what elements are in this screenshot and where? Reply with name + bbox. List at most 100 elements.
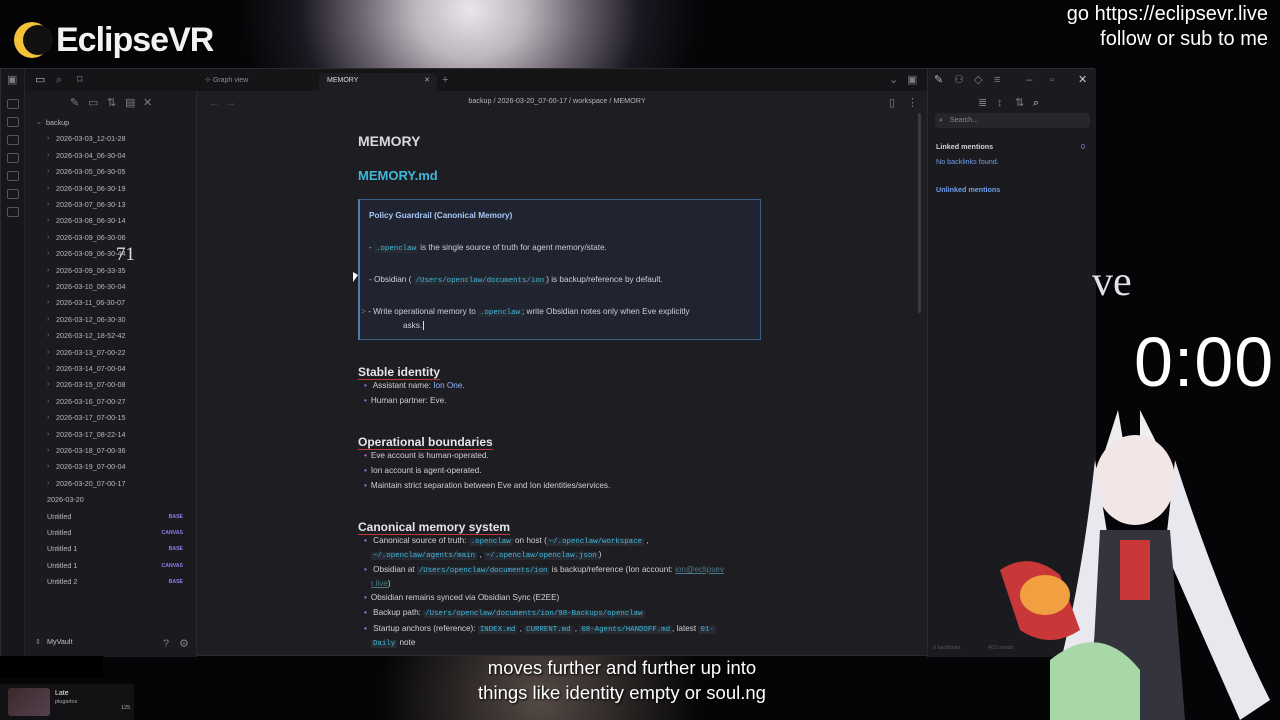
settings-icon[interactable]: ⚙ [179, 638, 189, 650]
reading-view-icon[interactable]: ▯ [889, 97, 895, 109]
list-item-cont: r.live) [371, 579, 391, 588]
list-item: Eve account is human-operated. [364, 451, 489, 460]
tab-memory[interactable]: MEMORY ✕ [319, 73, 437, 91]
more-options-icon[interactable]: ⋮ [907, 97, 918, 109]
sidebar-toggle-icon[interactable]: ▣ [7, 74, 17, 86]
collapse-results-icon[interactable]: ≣ [978, 97, 987, 109]
file-label: Untitled [47, 528, 72, 537]
email-link[interactable]: r.live [371, 579, 388, 588]
folder-label: 2026-03-12_18-52-42 [56, 331, 126, 341]
new-folder-icon[interactable]: ▭ [88, 97, 98, 109]
canvas-icon[interactable] [7, 135, 19, 145]
new-tab-icon[interactable]: + [442, 74, 448, 86]
templates-icon[interactable] [7, 171, 19, 181]
tab-list-icon[interactable]: ⌄ [889, 74, 898, 86]
list-item-cont: Daily note [371, 638, 415, 648]
search-toggle-icon[interactable]: ⌕ [1033, 97, 1039, 109]
tree-file[interactable]: 2026-03-20 [25, 492, 197, 508]
code-span: 08-Agents/HANDOFF.md [579, 626, 673, 634]
email-link[interactable]: ion@eclipsev [675, 565, 724, 574]
graph-icon[interactable] [7, 117, 19, 127]
vault-chevron-icon: ⇕ [35, 637, 42, 646]
policy-callout[interactable]: Policy Guardrail (Canonical Memory) - .o… [358, 199, 761, 340]
backlinks-tab-icon[interactable]: ✎ [934, 74, 943, 86]
status-backlinks: 0 backlinks [933, 645, 961, 651]
note-editor[interactable]: MEMORY MEMORY.md Policy Guardrail (Canon… [197, 109, 919, 657]
file-label: Untitled 1 [47, 544, 78, 554]
mascot-face [1020, 575, 1070, 615]
code-span: ~/.openclaw/agents/main [371, 552, 478, 560]
collapse-icon[interactable]: ▤ [125, 97, 135, 109]
files-icon[interactable] [7, 99, 19, 109]
search-icon[interactable]: ⌕ [56, 74, 62, 86]
callout-title: Policy Guardrail (Canonical Memory) [369, 211, 513, 220]
tree-file[interactable]: Untitled 1 BASE [25, 541, 197, 557]
tree-file[interactable]: Untitled CANVAS [25, 525, 197, 541]
list-text: Backup path: [373, 608, 421, 617]
tree-file[interactable]: Untitled 2 BASE [25, 574, 197, 590]
editor-scrollbar[interactable] [918, 113, 921, 313]
tree-file[interactable]: Untitled BASE [25, 509, 197, 525]
bases-icon[interactable] [7, 207, 19, 217]
list-item: Obsidian remains synced via Obsidian Syn… [364, 593, 559, 602]
tab-graph-view[interactable]: ⊹ Graph view [205, 73, 248, 91]
outline-icon[interactable]: ≡ [994, 74, 1000, 86]
sort-icon[interactable]: ⇅ [107, 97, 116, 109]
backlinks-search-input[interactable]: ⌕ Search... [935, 113, 1090, 128]
callout-text: ; write Obsidian notes only when Eve exp… [521, 307, 690, 316]
callout-text: - Obsidian ( [369, 275, 412, 284]
sidebar-top-bar: ▣ ▭ ⌕ ⌑ [7, 69, 197, 91]
stream-promo: go https://eclipsevr.live follow or sub … [1067, 2, 1268, 52]
list-text: , latest [672, 624, 697, 633]
code-span: INDEX.md [477, 626, 518, 634]
list-text: Startup anchors (reference): [373, 624, 476, 633]
close-all-icon[interactable]: ✕ [143, 97, 152, 109]
terminal-icon[interactable] [7, 189, 19, 199]
code-span: 01- [698, 626, 716, 634]
list-text: is backup/reference (Ion account: [551, 565, 673, 574]
list-text: Assistant name: [372, 381, 431, 390]
logo-text: EclipseVR [56, 20, 214, 59]
vault-switcher[interactable]: ⇕ MyVault [35, 637, 72, 646]
list-text: Canonical source of truth: [373, 536, 467, 545]
folder-icon[interactable]: ▭ [35, 74, 45, 86]
list-item: Canonical source of truth: .openclaw on … [364, 536, 649, 546]
live-caption: moves further and further up into things… [340, 655, 904, 705]
folder-label: 2026-03-14_07-00-04 [56, 364, 126, 373]
file-type-badge: BASE [168, 546, 183, 553]
tree-file[interactable]: Untitled 1 CANVAS [25, 558, 197, 574]
list-text: Obsidian at [373, 565, 415, 574]
folder-label: 2026-03-19_07-00-04 [56, 462, 126, 472]
chevron-right-icon: › [47, 365, 50, 372]
sort-order-icon[interactable]: ⇅ [1015, 97, 1024, 109]
breadcrumb[interactable]: backup / 2026-03-20_07-00-17 / workspace… [197, 96, 917, 105]
list-item: Ion account is agent-operated. [364, 466, 482, 475]
heading-text: Canonical memory system [358, 520, 511, 535]
heading-memory-md: MEMORY.md [358, 168, 438, 183]
callout-text: - Write operational memory to [368, 307, 476, 316]
right-sidebar-toggle-icon[interactable]: ▣ [907, 74, 917, 86]
code-span: Daily [371, 640, 398, 648]
new-note-icon[interactable]: ✎ [70, 97, 79, 109]
outgoing-links-icon[interactable]: ⚇ [954, 74, 964, 86]
left-ribbon [1, 69, 25, 657]
maximize-icon[interactable]: ▫ [1050, 74, 1054, 86]
file-label: Untitled 2 [47, 577, 78, 587]
callout-line-3: > - Write operational memory to .opencla… [361, 307, 689, 317]
tags-icon[interactable]: ◇ [974, 74, 982, 86]
heading-canonical-memory: Canonical memory system [358, 520, 511, 535]
close-window-icon[interactable]: ✕ [1078, 74, 1087, 86]
code-span: ~/.openclaw/openclaw.json [483, 552, 599, 560]
code-span: .openclaw [374, 245, 418, 253]
linked-mentions-header[interactable]: Linked mentions [936, 142, 993, 151]
calendar-icon[interactable] [7, 153, 19, 163]
unlinked-mentions-header[interactable]: Unlinked mentions [936, 185, 1000, 194]
folder-label: 2026-03-13_07-00-22 [56, 347, 126, 357]
bookmark-icon[interactable]: ⌑ [77, 74, 83, 86]
show-more-context-icon[interactable]: ↕ [997, 97, 1003, 109]
help-icon[interactable]: ? [163, 638, 169, 650]
close-tab-icon[interactable]: ✕ [424, 73, 430, 89]
chevron-right-icon: › [47, 283, 50, 290]
minimize-icon[interactable]: – [1026, 74, 1032, 86]
callout-text: is the single source of truth for agent … [420, 243, 607, 252]
